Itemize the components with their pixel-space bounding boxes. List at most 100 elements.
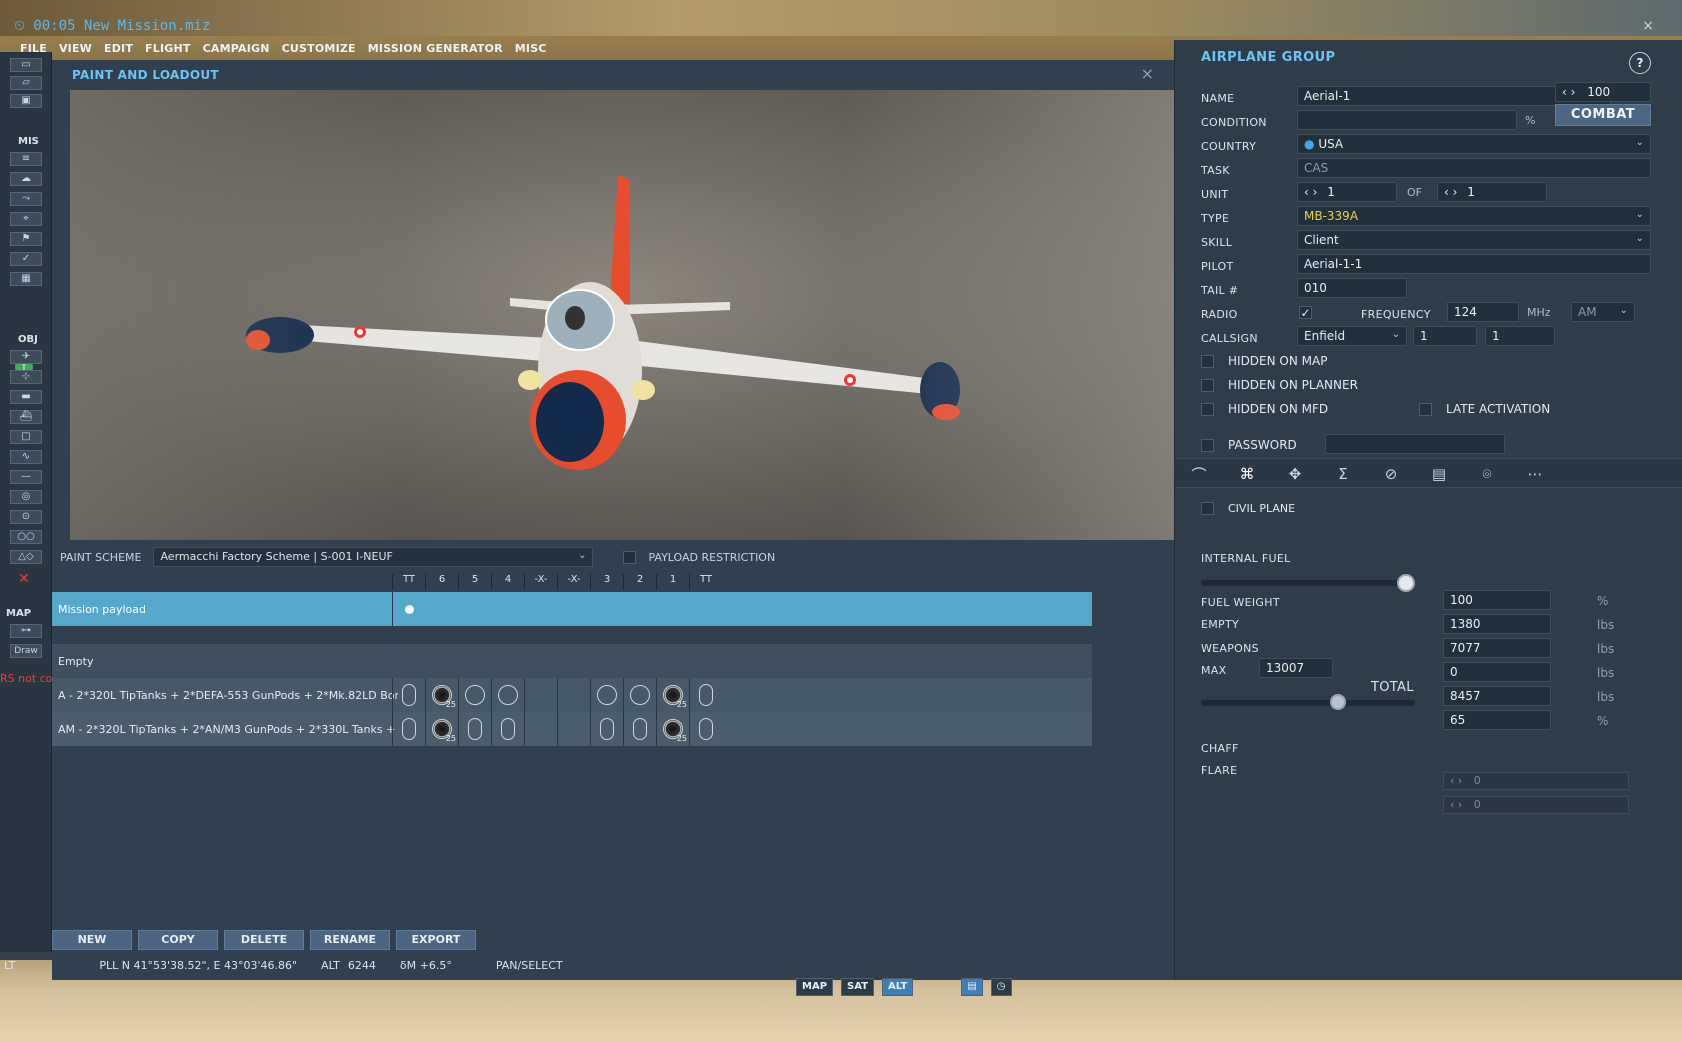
frequency-input[interactable]: 124 bbox=[1447, 302, 1519, 322]
map-mode-alt[interactable]: ALT bbox=[882, 978, 914, 996]
nav-point-icon[interactable]: ⊙ bbox=[10, 510, 42, 524]
payload-row-mission[interactable]: Mission payload bbox=[52, 592, 1092, 626]
aircraft-icon[interactable]: ▤ bbox=[1415, 459, 1463, 489]
civil-plane-checkbox[interactable] bbox=[1201, 502, 1214, 515]
layers-icon[interactable]: ▤ bbox=[961, 978, 983, 996]
save-file-icon[interactable]: ▣ bbox=[10, 94, 42, 108]
callsign-select[interactable]: Enfield ⌄ bbox=[1297, 326, 1407, 346]
payload-row-empty[interactable]: Empty bbox=[52, 644, 1092, 678]
pilot-input[interactable]: Aerial-1-1 bbox=[1297, 254, 1651, 274]
rename-button[interactable]: RENAME bbox=[310, 930, 390, 950]
ship-icon[interactable]: ⛴ bbox=[10, 410, 42, 424]
password-checkbox[interactable] bbox=[1201, 438, 1214, 452]
zone-line-icon[interactable]: — bbox=[10, 470, 42, 484]
fuel-weight-label: FUEL WEIGHT bbox=[1201, 596, 1280, 609]
condition-stepper[interactable]: ‹ › 100 bbox=[1555, 82, 1651, 102]
helicopter-icon[interactable]: ⊹ bbox=[10, 370, 42, 384]
menu-customize[interactable]: CUSTOMIZE bbox=[282, 42, 356, 55]
menu-campaign[interactable]: CAMPAIGN bbox=[203, 42, 270, 55]
group-icon[interactable]: ○○ bbox=[10, 530, 42, 544]
type-select[interactable]: MB-339A ⌄ bbox=[1297, 206, 1651, 226]
check-icon[interactable]: ✓ bbox=[10, 252, 42, 266]
fuel-percent-value[interactable]: 100 bbox=[1443, 590, 1551, 610]
flag-icon[interactable]: ⚑ bbox=[10, 232, 42, 246]
target-icon[interactable]: ⌖ bbox=[10, 212, 42, 226]
menu-view[interactable]: VIEW bbox=[59, 42, 92, 55]
map-mode-sat[interactable]: SAT bbox=[841, 978, 875, 996]
flare-label: FLARE bbox=[1201, 764, 1238, 777]
total-weight-slider[interactable] bbox=[1201, 694, 1415, 710]
slider-knob[interactable] bbox=[1397, 574, 1415, 592]
civil-plane-label: CIVIL PLANE bbox=[1228, 502, 1296, 515]
goals-icon[interactable]: ▦ bbox=[10, 272, 42, 286]
template-icon[interactable]: ∿ bbox=[10, 450, 42, 464]
chevron-down-icon: ⌄ bbox=[1635, 233, 1644, 244]
paint-scheme-select[interactable]: Aermacchi Factory Scheme | S-001 I-NEUF … bbox=[153, 547, 594, 567]
aircraft-preview[interactable] bbox=[70, 90, 1174, 540]
unit-stepper[interactable]: ‹ › 1 bbox=[1297, 182, 1397, 202]
new-button[interactable]: NEW bbox=[52, 930, 132, 950]
help-button[interactable]: ? bbox=[1629, 52, 1651, 74]
internal-fuel-slider[interactable] bbox=[1201, 574, 1415, 592]
clock-settings-icon[interactable]: ◷ bbox=[990, 978, 1012, 996]
delete-icon[interactable]: ✕ bbox=[18, 572, 32, 586]
ground-unit-icon[interactable]: ▬ bbox=[10, 390, 42, 404]
panel-close-icon[interactable]: × bbox=[1642, 18, 1654, 34]
password-input[interactable] bbox=[1325, 434, 1505, 454]
status-left[interactable]: LT bbox=[4, 959, 15, 972]
payload-row-am[interactable]: AM - 2*320L TipTanks + 2*AN/M3 GunPods +… bbox=[52, 712, 1092, 746]
ruler-icon[interactable]: ⊶ bbox=[10, 624, 42, 638]
flare-stepper[interactable]: ‹ › 0 bbox=[1443, 796, 1629, 814]
stepper-arrows-icon: ‹ › bbox=[1450, 798, 1463, 811]
summary-icon[interactable]: Σ bbox=[1319, 459, 1367, 489]
new-file-icon[interactable]: ▭ bbox=[10, 58, 42, 72]
radio-checkbox[interactable] bbox=[1299, 306, 1312, 319]
route-icon[interactable]: ⌒ bbox=[1175, 459, 1223, 489]
weather-icon[interactable]: ☁ bbox=[10, 172, 42, 186]
triggered-icon[interactable]: ✥ bbox=[1271, 459, 1319, 489]
more-icon[interactable]: ⋯ bbox=[1511, 459, 1559, 489]
late-activation-checkbox[interactable] bbox=[1419, 402, 1432, 416]
map-mode-map[interactable]: MAP bbox=[796, 978, 834, 996]
payload-row-a[interactable]: A - 2*320L TipTanks + 2*DEFA-553 GunPods… bbox=[52, 678, 1092, 712]
menu-edit[interactable]: EDIT bbox=[104, 42, 133, 55]
callsign-number-2[interactable]: 1 bbox=[1485, 326, 1555, 346]
hidden-on-mfd-checkbox[interactable] bbox=[1201, 402, 1214, 416]
chaff-stepper[interactable]: ‹ › 0 bbox=[1443, 772, 1629, 790]
airplane-icon[interactable]: ✈ bbox=[10, 350, 42, 364]
skill-select[interactable]: Client ⌄ bbox=[1297, 230, 1651, 250]
paint-scheme-label: PAINT SCHEME bbox=[60, 550, 142, 564]
static-object-icon[interactable]: □ bbox=[10, 430, 42, 444]
modulation-select[interactable]: AM ⌄ bbox=[1571, 302, 1635, 322]
row-handle[interactable] bbox=[404, 604, 414, 614]
radio-icon[interactable]: ⌾ bbox=[1463, 459, 1511, 489]
open-file-icon[interactable]: ▱ bbox=[10, 76, 42, 90]
bomb-icon bbox=[630, 685, 650, 705]
menu-mission-generator[interactable]: MISSION GENERATOR bbox=[368, 42, 503, 55]
briefing-icon[interactable]: ≡ bbox=[10, 152, 42, 166]
slider-knob[interactable] bbox=[1330, 694, 1346, 710]
hidden-on-planner-checkbox[interactable] bbox=[1201, 378, 1214, 392]
shapes-icon[interactable]: △◇ bbox=[10, 550, 42, 564]
unit-total-stepper[interactable]: ‹ › 1 bbox=[1437, 182, 1547, 202]
menu-flight[interactable]: FLIGHT bbox=[145, 42, 191, 55]
payload-restriction-checkbox[interactable] bbox=[623, 550, 637, 564]
payload-icon[interactable]: ⌘ bbox=[1223, 459, 1271, 489]
menu-misc[interactable]: MISC bbox=[515, 42, 547, 55]
close-icon[interactable]: × bbox=[1141, 64, 1154, 83]
condition-input[interactable] bbox=[1297, 110, 1517, 130]
route-tool-icon[interactable]: ⤳ bbox=[10, 192, 42, 206]
combat-button[interactable]: COMBAT bbox=[1555, 104, 1651, 126]
task-select[interactable]: CAS bbox=[1297, 158, 1651, 178]
export-button[interactable]: EXPORT bbox=[396, 930, 476, 950]
chevron-down-icon: ⌄ bbox=[578, 550, 587, 561]
country-select[interactable]: ● USA ⌄ bbox=[1297, 134, 1651, 154]
trigger-zone-icon[interactable]: ◎ bbox=[10, 490, 42, 504]
callsign-number-1[interactable]: 1 bbox=[1413, 326, 1477, 346]
failures-icon[interactable]: ⊘ bbox=[1367, 459, 1415, 489]
delete-button[interactable]: DELETE bbox=[224, 930, 304, 950]
copy-button[interactable]: COPY bbox=[138, 930, 218, 950]
hidden-on-map-checkbox[interactable] bbox=[1201, 354, 1214, 368]
draw-button[interactable]: Draw bbox=[10, 644, 42, 658]
tail-input[interactable]: 010 bbox=[1297, 278, 1407, 298]
